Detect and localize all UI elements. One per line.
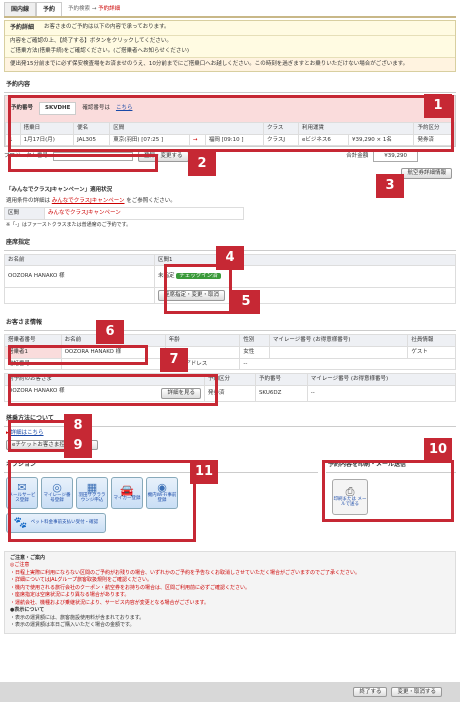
annotation-badge-11: 11 [190, 460, 218, 484]
note-item: ・表示の運賃額は本日ご購入いただく場合の金額です。 [10, 622, 135, 629]
annotation-badge-4: 4 [216, 246, 244, 270]
campaign-applicable: 適用条件の詳細は [6, 198, 51, 204]
breadcrumb: 予約検索 → 予約詳細 [68, 6, 120, 16]
cell-employee: ゲスト [407, 345, 456, 359]
note-item: ・詳細についてはJALグループ旅客取扱規則をご確認ください。 [10, 577, 153, 584]
campaign-note: ※「-」はファーストクラスまたは普通席のご予約です。 [6, 221, 132, 228]
note-item: ・座席指定は空席状況により異なる場合があります。 [10, 592, 130, 599]
annotation-badge-10: 10 [424, 438, 452, 462]
annotation-badge-3: 3 [376, 174, 404, 198]
cell-mileage [268, 345, 409, 359]
note-item: ・運航会社、機種および乗継状況により、サービス内容が変更となる場合がございます。 [10, 599, 210, 606]
reservation-section-title: 予約内容 [4, 78, 456, 93]
breadcrumb-prev[interactable]: 予約検索 [68, 6, 90, 12]
page: 国内線 予約 予約検索 → 予約詳細 予約詳細 お客さまのご予約は以下の内容で承… [0, 1, 460, 702]
info-line1: 内容をご確認の上、【終了する】ボタンをクリックしてください。 [10, 37, 172, 44]
cell-other-mileage: -- [306, 385, 457, 403]
annotation-badge-6: 6 [96, 320, 124, 344]
info-intro: お客さまのご予約は以下の内容で承っております。 [44, 24, 170, 30]
annotation-badge-5: 5 [232, 290, 260, 314]
col-employee: 社員情報 [407, 333, 456, 347]
customer-section-title: お客さま情報 [4, 316, 456, 331]
highlight-frame-6 [8, 345, 148, 365]
col-age: 年齢 [164, 333, 241, 347]
info-line2: ご搭乗方法(搭乗手続)をご確認ください。(ご搭乗者へお知らせください) [10, 48, 189, 55]
breadcrumb-arrow: → [91, 6, 97, 13]
notes-sub2: ●表示について [10, 607, 45, 614]
footer-bar: 終了する 変更・取消する [0, 682, 460, 702]
campaign-kukan-value: みんなでクラスJキャンペーン [44, 206, 244, 220]
highlight-frame-7 [8, 374, 218, 406]
annotation-badge-9: 9 [64, 434, 92, 458]
info-box: 予約詳細 お客さまのご予約は以下の内容で承っております。 内容をご確認の上、【終… [4, 20, 456, 73]
col-mileage: マイレージ番号 (お得意様番号) [268, 333, 409, 347]
annotation-badge-1: 1 [424, 94, 452, 118]
campaign-table: 区間 みんなでクラスJキャンペーン [4, 206, 244, 220]
notes-sub: ◎ご注意 [10, 562, 30, 569]
highlight-frame-1 [8, 95, 454, 152]
campaign-suffix: をご参照ください。 [126, 198, 176, 204]
cell-other-no: SKU6DZ [254, 385, 308, 403]
total-label: 合計金額 [346, 153, 369, 160]
campaign-link[interactable]: みんなでクラスJキャンペーン [52, 198, 125, 204]
change-cancel-button[interactable]: 変更・取消する [391, 686, 442, 698]
tab-domestic[interactable]: 国内線 [4, 1, 37, 16]
col-other-mileage: マイレージ番号 (お得意様番号) [306, 373, 457, 387]
annotation-badge-2: 2 [188, 152, 216, 176]
ticket-detail-button[interactable]: 航空券詳細情報 [401, 168, 452, 180]
mail-value: -- [239, 357, 456, 371]
notes-box: ご注意・ご案内 ◎ご注意 ・日程上実際に利用にならない区間のご予約がお残りの場合… [4, 550, 456, 634]
highlight-frame-10 [322, 460, 454, 522]
highlight-frame-9-11 [8, 460, 196, 542]
tab-reservation[interactable]: 予約 [36, 1, 63, 16]
info-title: 予約詳細 [10, 24, 35, 31]
breadcrumb-current: 予約詳細 [98, 6, 121, 13]
highlight-frame-2 [8, 154, 158, 172]
top-tabs: 国内線 予約 予約検索 → 予約詳細 [4, 1, 456, 18]
annotation-badge-7: 7 [160, 348, 188, 372]
info-warning: 便出発15分前までに必ず保安検査場をお済ませのうえ、10分前までにご搭乗口へお越… [5, 57, 455, 72]
col-other-no: 予約番号 [254, 373, 308, 387]
cell-gender: 女性 [239, 345, 270, 359]
highlight-frame-4 [164, 264, 232, 314]
total-value: ¥39,290 [373, 151, 418, 163]
seat-name-header: お名前 [4, 253, 155, 267]
seat-passenger-name: OOZORA HANAKO 様 [4, 265, 155, 289]
notes-title: ご注意・ご案内 [10, 554, 46, 561]
end-button[interactable]: 終了する [353, 686, 388, 698]
campaign-kukan-label: 区間 [4, 206, 45, 220]
col-gender: 性別 [239, 333, 270, 347]
